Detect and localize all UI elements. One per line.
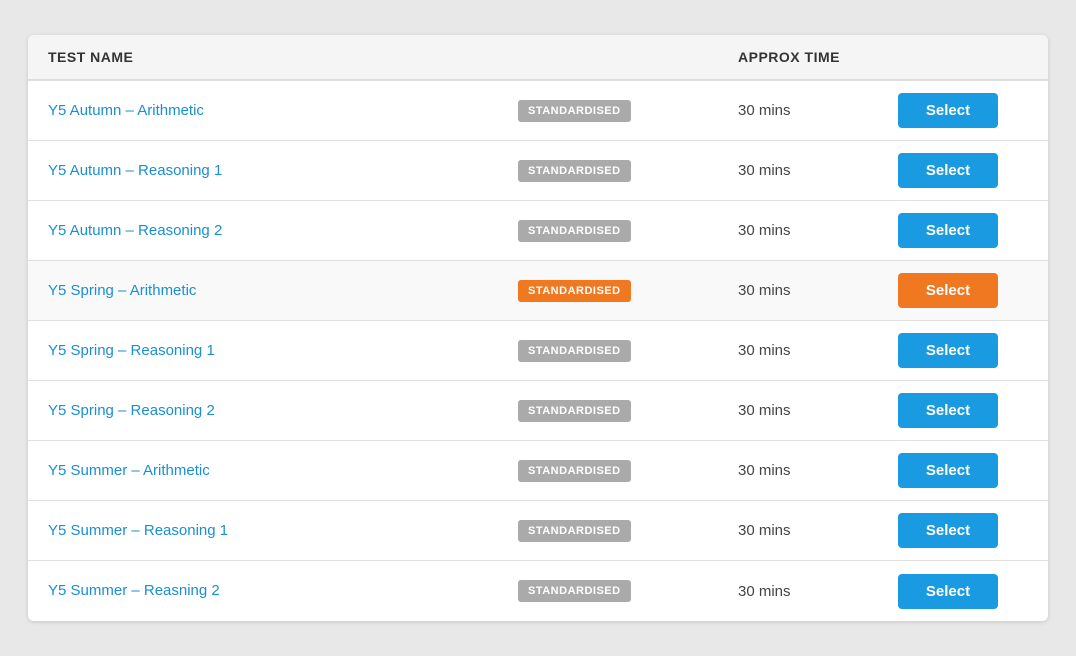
select-button[interactable]: Select <box>898 333 998 368</box>
table-row: Y5 Summer – Reasoning 1 STANDARDISED 30 … <box>28 501 1048 561</box>
select-cell: Select <box>898 333 1028 368</box>
time-cell: 30 mins <box>738 102 898 119</box>
standardised-badge: STANDARDISED <box>518 160 631 182</box>
test-name-link[interactable]: Y5 Spring – Arithmetic <box>48 282 196 299</box>
badge-cell: STANDARDISED <box>518 160 738 182</box>
select-cell: Select <box>898 153 1028 188</box>
test-name-cell: Y5 Spring – Reasoning 1 <box>48 342 518 360</box>
table-row: Y5 Spring – Arithmetic STANDARDISED 30 m… <box>28 261 1048 321</box>
col-header-approx-time: APPROX TIME <box>738 49 898 65</box>
badge-cell: STANDARDISED <box>518 460 738 482</box>
select-button[interactable]: Select <box>898 93 998 128</box>
tests-table: TEST NAME APPROX TIME Y5 Autumn – Arithm… <box>28 35 1048 621</box>
select-cell: Select <box>898 213 1028 248</box>
standardised-badge: STANDARDISED <box>518 580 631 602</box>
time-cell: 30 mins <box>738 282 898 299</box>
table-row: Y5 Autumn – Reasoning 1 STANDARDISED 30 … <box>28 141 1048 201</box>
test-name-link[interactable]: Y5 Summer – Reasoning 1 <box>48 522 228 539</box>
standardised-badge: STANDARDISED <box>518 100 631 122</box>
test-name-cell: Y5 Summer – Reasoning 1 <box>48 522 518 540</box>
time-cell: 30 mins <box>738 342 898 359</box>
test-name-cell: Y5 Spring – Arithmetic <box>48 282 518 300</box>
time-cell: 30 mins <box>738 402 898 419</box>
select-button[interactable]: Select <box>898 213 998 248</box>
test-name-cell: Y5 Autumn – Arithmetic <box>48 102 518 120</box>
test-name-link[interactable]: Y5 Summer – Arithmetic <box>48 462 210 479</box>
select-button[interactable]: Select <box>898 393 998 428</box>
test-name-link[interactable]: Y5 Autumn – Reasoning 2 <box>48 222 222 239</box>
time-cell: 30 mins <box>738 222 898 239</box>
test-name-link[interactable]: Y5 Spring – Reasoning 1 <box>48 342 215 359</box>
table-row: Y5 Summer – Reasning 2 STANDARDISED 30 m… <box>28 561 1048 621</box>
standardised-badge: STANDARDISED <box>518 220 631 242</box>
time-cell: 30 mins <box>738 162 898 179</box>
time-cell: 30 mins <box>738 583 898 600</box>
test-name-cell: Y5 Summer – Reasning 2 <box>48 582 518 600</box>
test-name-cell: Y5 Spring – Reasoning 2 <box>48 402 518 420</box>
standardised-badge: STANDARDISED <box>518 520 631 542</box>
test-name-link[interactable]: Y5 Autumn – Reasoning 1 <box>48 162 222 179</box>
select-cell: Select <box>898 273 1028 308</box>
badge-cell: STANDARDISED <box>518 220 738 242</box>
badge-cell: STANDARDISED <box>518 580 738 602</box>
select-button[interactable]: Select <box>898 273 998 308</box>
select-cell: Select <box>898 453 1028 488</box>
select-button[interactable]: Select <box>898 574 998 609</box>
col-header-badge <box>518 49 738 65</box>
select-cell: Select <box>898 93 1028 128</box>
select-cell: Select <box>898 574 1028 609</box>
standardised-badge: STANDARDISED <box>518 460 631 482</box>
select-cell: Select <box>898 513 1028 548</box>
table-row: Y5 Autumn – Arithmetic STANDARDISED 30 m… <box>28 81 1048 141</box>
select-cell: Select <box>898 393 1028 428</box>
badge-cell: STANDARDISED <box>518 100 738 122</box>
time-cell: 30 mins <box>738 462 898 479</box>
select-button[interactable]: Select <box>898 513 998 548</box>
col-header-action <box>898 49 1028 65</box>
standardised-badge: STANDARDISED <box>518 400 631 422</box>
standardised-badge: STANDARDISED <box>518 280 631 302</box>
select-button[interactable]: Select <box>898 453 998 488</box>
table-body: Y5 Autumn – Arithmetic STANDARDISED 30 m… <box>28 81 1048 621</box>
test-name-cell: Y5 Summer – Arithmetic <box>48 462 518 480</box>
table-header: TEST NAME APPROX TIME <box>28 35 1048 81</box>
badge-cell: STANDARDISED <box>518 280 738 302</box>
badge-cell: STANDARDISED <box>518 340 738 362</box>
table-row: Y5 Spring – Reasoning 1 STANDARDISED 30 … <box>28 321 1048 381</box>
select-button[interactable]: Select <box>898 153 998 188</box>
col-header-test-name: TEST NAME <box>48 49 518 65</box>
table-row: Y5 Spring – Reasoning 2 STANDARDISED 30 … <box>28 381 1048 441</box>
badge-cell: STANDARDISED <box>518 400 738 422</box>
table-row: Y5 Autumn – Reasoning 2 STANDARDISED 30 … <box>28 201 1048 261</box>
table-row: Y5 Summer – Arithmetic STANDARDISED 30 m… <box>28 441 1048 501</box>
badge-cell: STANDARDISED <box>518 520 738 542</box>
test-name-cell: Y5 Autumn – Reasoning 2 <box>48 222 518 240</box>
test-name-link[interactable]: Y5 Autumn – Arithmetic <box>48 102 204 119</box>
standardised-badge: STANDARDISED <box>518 340 631 362</box>
time-cell: 30 mins <box>738 522 898 539</box>
test-name-link[interactable]: Y5 Spring – Reasoning 2 <box>48 402 215 419</box>
test-name-cell: Y5 Autumn – Reasoning 1 <box>48 162 518 180</box>
test-name-link[interactable]: Y5 Summer – Reasning 2 <box>48 582 220 599</box>
